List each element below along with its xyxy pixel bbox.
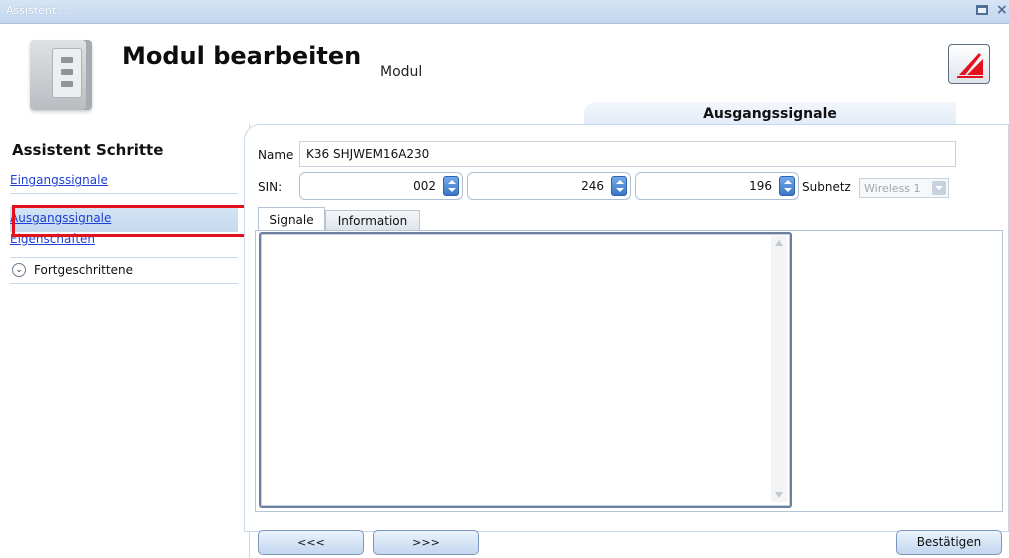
sin-stepper-2[interactable]: 246 [467, 172, 631, 200]
module-device-icon [30, 40, 92, 110]
close-icon[interactable]: × [996, 2, 1008, 18]
sidebar: Assistent Schritte Eingangssignale Ausga… [0, 124, 250, 558]
spin-arrows-icon[interactable] [443, 176, 459, 196]
chevron-down-icon[interactable]: ⌄ [12, 263, 26, 277]
sidebar-item-label: Fortgeschrittene [34, 263, 133, 277]
sin-stepper-3[interactable]: 196 [635, 172, 799, 200]
tab-information[interactable]: Information [325, 210, 420, 231]
scroll-up-icon[interactable] [775, 240, 783, 246]
subnet-label: Subnetz [802, 180, 851, 194]
page-title: Modul bearbeiten [122, 42, 362, 70]
highlight-box [12, 205, 248, 237]
sidebar-heading: Assistent Schritte [12, 141, 164, 159]
section-title-tab: Ausgangssignale [584, 102, 956, 124]
brand-logo-icon [948, 44, 990, 84]
title-bar: Assistent... × [0, 0, 1009, 24]
maximize-icon[interactable] [976, 5, 988, 15]
tab-signale[interactable]: Signale [258, 207, 325, 231]
sidebar-item-label[interactable]: Eingangssignale [10, 173, 108, 187]
next-button[interactable]: >>> [373, 530, 479, 555]
sin-stepper-1[interactable]: 002 [299, 172, 463, 200]
spin-arrows-icon[interactable] [779, 176, 795, 196]
name-label: Name [258, 148, 294, 162]
vertical-scrollbar[interactable] [771, 236, 787, 502]
name-field[interactable]: K36 SHJWEM16A230 [299, 141, 956, 167]
signal-list[interactable] [259, 232, 792, 508]
page-subtitle: Modul [380, 64, 423, 80]
window-title: Assistent... [6, 4, 67, 17]
sin-label: SIN: [258, 180, 283, 194]
spin-arrows-icon[interactable] [611, 176, 627, 196]
subnet-select[interactable]: Wireless 1 [859, 178, 949, 198]
previous-button[interactable]: <<< [258, 530, 364, 555]
confirm-button[interactable]: Bestätigen [896, 530, 1002, 555]
sidebar-item-eingangssignale[interactable]: Eingangssignale [10, 168, 238, 194]
header: Modul bearbeiten Modul Ausgangssignale [0, 24, 1009, 124]
sidebar-item-fortgeschrittene[interactable]: ⌄ Fortgeschrittene [10, 258, 238, 284]
chevron-down-icon[interactable] [932, 181, 946, 195]
scroll-down-icon[interactable] [775, 492, 783, 498]
